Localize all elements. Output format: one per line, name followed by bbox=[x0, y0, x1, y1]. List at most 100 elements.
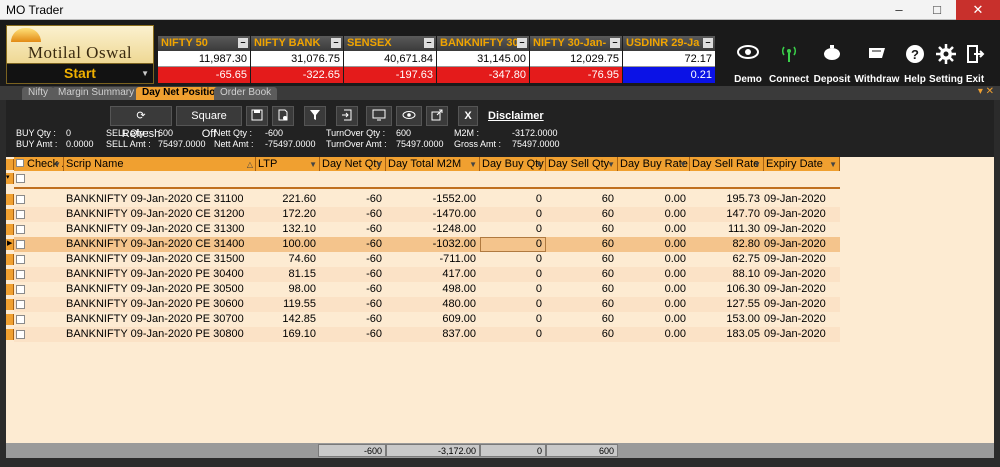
filter-dropdown-icon[interactable]: ▼ bbox=[375, 158, 383, 171]
day-buy-qty-header[interactable]: Day Buy Qty ▼ bbox=[480, 157, 546, 171]
select-all-checkbox[interactable] bbox=[16, 159, 24, 167]
filter-dropdown-icon[interactable]: ▼ bbox=[829, 158, 837, 171]
filter-dropdown-icon[interactable]: ▼ bbox=[753, 158, 761, 171]
minimize-icon[interactable]: – bbox=[517, 38, 527, 48]
column-label: LTP bbox=[258, 158, 278, 170]
table-row[interactable]: BANKNIFTY 09-Jan-2020 PE 30500 98.00 -60 49… bbox=[14, 282, 840, 297]
scrip-name-header[interactable]: Scrip Name △ bbox=[64, 157, 256, 171]
day-buy-rate-header[interactable]: Day Buy Rate ▼ bbox=[618, 157, 690, 171]
expiry-date-header[interactable]: Expiry Date ▼ bbox=[764, 157, 840, 171]
table-row[interactable]: BANKNIFTY 09-Jan-2020 PE 30700 142.85 -60 6… bbox=[14, 312, 840, 327]
filter-dropdown-icon[interactable]: ▼ bbox=[679, 158, 687, 171]
import-button[interactable] bbox=[336, 106, 358, 126]
grid-separator bbox=[14, 187, 840, 189]
ticker-card[interactable]: BANKNIFTY 30–31,145.00 -347.80 bbox=[437, 36, 529, 84]
demo-button[interactable]: Demo bbox=[731, 38, 765, 86]
filter-icon: ▾ bbox=[6, 174, 10, 181]
focused-cell[interactable] bbox=[480, 237, 546, 252]
help-button[interactable]: ? Help bbox=[903, 38, 927, 86]
tab-margin-summary[interactable]: Margin Summary bbox=[52, 87, 141, 100]
export-button[interactable] bbox=[272, 106, 294, 126]
filter-dropdown-icon[interactable]: ▼ bbox=[607, 158, 615, 171]
row-checkbox[interactable] bbox=[16, 270, 25, 279]
exit-button[interactable]: Exit bbox=[963, 38, 987, 86]
filter-dropdown-icon[interactable]: ▼ bbox=[535, 158, 543, 171]
table-row[interactable]: BANKNIFTY 09-Jan-2020 PE 30400 81.15 -60 41… bbox=[14, 267, 840, 282]
ticker-card[interactable]: SENSEX – 40,671.84 -197.63 bbox=[344, 36, 436, 84]
row-indicator[interactable] bbox=[6, 329, 14, 340]
connect-button[interactable]: Connect bbox=[767, 38, 811, 86]
row-checkbox[interactable] bbox=[16, 315, 25, 324]
save-button[interactable] bbox=[246, 106, 268, 126]
row-indicator[interactable] bbox=[6, 224, 14, 235]
ticker-card[interactable]: USDINR 29-Ja –72.17 0.21 bbox=[623, 36, 715, 84]
panel-options-icon[interactable]: ▾ ✕ bbox=[978, 86, 994, 97]
row-checkbox[interactable] bbox=[16, 285, 25, 294]
table-row[interactable]: BANKNIFTY 09-Jan-2020 CE 31300 132.10 -60 -… bbox=[14, 222, 840, 237]
tab-nifty[interactable]: Nifty bbox=[22, 87, 54, 100]
filter-dropdown-icon[interactable]: ▼ bbox=[53, 158, 61, 171]
row-checkbox[interactable] bbox=[16, 300, 25, 309]
withdraw-button[interactable]: Withdraw bbox=[853, 38, 901, 86]
row-indicator[interactable] bbox=[6, 209, 14, 220]
table-row[interactable]: BANKNIFTY 09-Jan-2020 CE 31400 100.00 -60 -… bbox=[14, 237, 840, 252]
row-checkbox[interactable] bbox=[16, 210, 25, 219]
cell-sell-qty: 60 bbox=[601, 208, 614, 220]
row-indicator[interactable] bbox=[6, 194, 14, 205]
table-row[interactable]: BANKNIFTY 09-Jan-2020 CE 31200 172.20 -60 -… bbox=[14, 207, 840, 222]
filter-row[interactable] bbox=[14, 171, 840, 186]
ticker-name-text: USDINR 29-Ja bbox=[626, 37, 700, 49]
day-sell-rate-header[interactable]: Day Sell Rate ▼ bbox=[690, 157, 764, 171]
row-indicator[interactable] bbox=[6, 254, 14, 265]
day-sell-qty-header[interactable]: Day Sell Qty ▼ bbox=[546, 157, 618, 171]
minimize-icon[interactable]: – bbox=[703, 38, 713, 48]
deposit-button[interactable]: Deposit bbox=[813, 38, 851, 86]
close-x-button[interactable]: X bbox=[458, 106, 478, 126]
setting-button[interactable]: Setting bbox=[929, 38, 963, 86]
ticker-card[interactable]: NIFTY 50 – 11,987.30 -65.65 bbox=[158, 36, 250, 84]
ticker-card[interactable]: NIFTY BANK –31,076.75 -322.65 bbox=[251, 36, 343, 84]
tab-order-book[interactable]: Order Book bbox=[214, 87, 278, 100]
monitor-button[interactable] bbox=[366, 106, 392, 126]
row-indicator[interactable]: ▶ bbox=[6, 239, 14, 250]
row-checkbox[interactable] bbox=[16, 195, 25, 204]
row-checkbox[interactable] bbox=[16, 240, 25, 249]
ticker-card[interactable]: NIFTY 30-Jan- –12,029.75 -76.95 bbox=[530, 36, 622, 84]
table-row[interactable]: BANKNIFTY 09-Jan-2020 CE 31100 221.60 -60 -… bbox=[14, 192, 840, 207]
row-indicator[interactable] bbox=[6, 269, 14, 280]
refresh-button[interactable]: ⟳ Refresh bbox=[110, 106, 172, 140]
close-button[interactable]: ✕ bbox=[956, 0, 1000, 20]
day-total-m2m-header[interactable]: Day Total M2M ▼ bbox=[386, 157, 480, 171]
day-net-qty-header[interactable]: Day Net Qty ▼ bbox=[320, 157, 386, 171]
ltp-header[interactable]: LTP ▼ bbox=[256, 157, 320, 171]
row-checkbox[interactable] bbox=[16, 255, 25, 264]
sort-asc-icon[interactable]: △ bbox=[247, 158, 253, 171]
cell-expiry: 09-Jan-2020 bbox=[764, 223, 826, 235]
view-button[interactable] bbox=[396, 106, 422, 126]
disclaimer-link[interactable]: Disclaimer bbox=[488, 110, 544, 122]
row-indicator[interactable] bbox=[6, 299, 14, 310]
minimize-button[interactable]: – bbox=[880, 0, 918, 20]
filter-dropdown-icon[interactable]: ▼ bbox=[309, 158, 317, 171]
minimize-icon[interactable]: – bbox=[610, 38, 620, 48]
minimize-icon[interactable]: – bbox=[238, 38, 248, 48]
start-menu-button[interactable]: Start ▼ bbox=[6, 63, 154, 84]
row-indicator[interactable] bbox=[6, 284, 14, 295]
check-column-header[interactable]: Check ...▼ bbox=[14, 157, 64, 171]
cell-ltp: 81.15 bbox=[288, 268, 316, 280]
filter-button[interactable] bbox=[304, 106, 326, 126]
minimize-icon[interactable]: – bbox=[331, 38, 341, 48]
row-checkbox[interactable] bbox=[16, 330, 25, 339]
popout-button[interactable] bbox=[426, 106, 448, 126]
filter-dropdown-icon[interactable]: ▼ bbox=[469, 158, 477, 171]
maximize-button[interactable]: □ bbox=[918, 0, 956, 20]
row-indicator[interactable] bbox=[6, 314, 14, 325]
minimize-icon[interactable]: – bbox=[424, 38, 434, 48]
app-header: Motilal Oswal Start ▼ NIFTY 50 – 11,987.30… bbox=[0, 20, 1000, 86]
filter-checkbox[interactable] bbox=[16, 174, 25, 183]
row-checkbox[interactable] bbox=[16, 225, 25, 234]
table-row[interactable]: BANKNIFTY 09-Jan-2020 CE 31500 74.60 -60 -7… bbox=[14, 252, 840, 267]
square-off-button[interactable]: Square Off bbox=[176, 106, 242, 140]
table-row[interactable]: BANKNIFTY 09-Jan-2020 PE 30800 169.10 -60 8… bbox=[14, 327, 840, 342]
table-row[interactable]: BANKNIFTY 09-Jan-2020 PE 30600 119.55 -60 4… bbox=[14, 297, 840, 312]
